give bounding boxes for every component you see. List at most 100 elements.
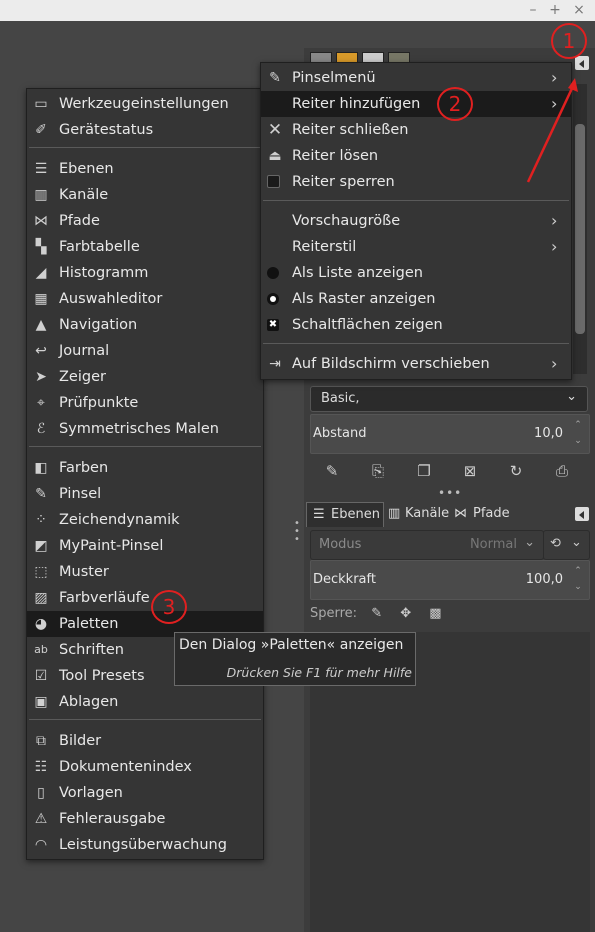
menu-item-label: MyPaint-Pinsel	[59, 538, 164, 554]
palettes-tooltip: Den Dialog »Paletten« anzeigen Drücken S…	[174, 632, 416, 686]
menu-item-label: Dokumentenindex	[59, 759, 192, 775]
composite-mode-icon: ⟲	[550, 536, 561, 551]
menu-item-paths[interactable]: ⋈ Pfade	[27, 208, 263, 234]
menu-item-colors[interactable]: ◧ Farben	[27, 455, 263, 481]
histogram-icon: ◢	[35, 265, 47, 281]
menu-item-label: Gerätestatus	[59, 122, 154, 138]
layer-mode-combo[interactable]: Modus Normal ⌄	[310, 530, 544, 560]
menu-item-tab-style[interactable]: Reiterstil ›	[261, 234, 571, 260]
menu-separator	[29, 446, 261, 447]
brush-preset-combo[interactable]: Basic, ⌄	[310, 386, 588, 412]
dock-menu-button[interactable]	[575, 56, 589, 70]
menu-item-device-status[interactable]: ✐ Gerätestatus	[27, 117, 263, 143]
spacing-value: 10,0	[534, 426, 563, 441]
fonts-icon: ab	[34, 643, 48, 656]
delete-brush-icon[interactable]: ⊠	[460, 461, 480, 481]
menu-item-patterns[interactable]: ⬚ Muster	[27, 559, 263, 585]
tool-options-icon: ▭	[34, 96, 48, 112]
menu-item-navigation[interactable]: ▲ Navigation	[27, 312, 263, 338]
menu-item-sample-points[interactable]: ⌖ Prüfpunkte	[27, 390, 263, 416]
duplicate-brush-icon[interactable]: ❐	[414, 461, 434, 481]
maximize-button[interactable]: +	[547, 2, 563, 18]
menu-item-mypaint-brushes[interactable]: ◩ MyPaint-Pinsel	[27, 533, 263, 559]
menu-item-preview-size[interactable]: Vorschaugröße ›	[261, 208, 571, 234]
opacity-label: Deckkraft	[313, 572, 376, 587]
radio-selected-icon	[267, 293, 279, 305]
selection-editor-icon: ▦	[34, 291, 48, 307]
menu-separator	[263, 200, 569, 201]
menu-separator	[29, 147, 261, 148]
open-brush-as-image-icon[interactable]: ⎙	[552, 461, 572, 481]
menu-item-label: Schaltflächen zeigen	[292, 317, 443, 333]
checkbox-icon	[267, 175, 280, 188]
menu-item-label: Journal	[59, 343, 110, 359]
tab-paths[interactable]: ⋈ Pfade	[452, 502, 512, 526]
composite-mode-combo[interactable]: ⟲ ⌄	[543, 530, 590, 560]
lock-pixels-icon[interactable]: ✎	[371, 606, 382, 621]
submenu-arrow-icon: ›	[551, 211, 558, 230]
submenu-arrow-icon: ›	[551, 354, 558, 373]
dock-side-handle[interactable]: • • •	[294, 519, 300, 545]
layers-dock-menu-button[interactable]	[575, 507, 589, 521]
menu-item-selection-editor[interactable]: ▦ Auswahleditor	[27, 286, 263, 312]
menu-item-symmetry[interactable]: ℰ Symmetrisches Malen	[27, 416, 263, 442]
tooltip-hint: Drücken Sie F1 für mehr Hilfe	[226, 665, 412, 680]
menu-item-label: Auswahleditor	[59, 291, 163, 307]
menu-item-layers[interactable]: ☰ Ebenen	[27, 156, 263, 182]
undo-history-icon: ↩	[35, 343, 47, 359]
menu-item-gradients[interactable]: ▨ Farbverläufe	[27, 585, 263, 611]
lock-alpha-icon[interactable]: ▩	[429, 606, 441, 621]
menu-item-channels[interactable]: ▥ Kanäle	[27, 182, 263, 208]
menu-separator	[29, 719, 261, 720]
menu-item-label: Werkzeugeinstellungen	[59, 96, 229, 112]
menu-item-label: Prüfpunkte	[59, 395, 139, 411]
menu-item-pointer[interactable]: ➤ Zeiger	[27, 364, 263, 390]
spin-arrows-icon[interactable]: ⌃ ⌄	[571, 563, 585, 597]
buffers-icon: ▣	[34, 694, 48, 710]
menu-item-document-history[interactable]: ☷ Dokumentenindex	[27, 754, 263, 780]
close-icon: ✕	[267, 120, 283, 140]
menu-item-dashboard[interactable]: ◠ Leistungsüberwachung	[27, 832, 263, 858]
opacity-spinner[interactable]: Deckkraft 100,0 ⌃ ⌄	[310, 560, 590, 600]
navigation-icon: ▲	[35, 317, 47, 333]
menu-item-tool-options[interactable]: ▭ Werkzeugeinstellungen	[27, 91, 263, 117]
close-window-button[interactable]: ×	[571, 2, 587, 18]
gradient-icon: ▨	[34, 590, 48, 606]
menu-item-move-to-screen[interactable]: ⇥ Auf Bildschirm verschieben ›	[261, 351, 571, 377]
menu-item-templates[interactable]: ▯ Vorlagen	[27, 780, 263, 806]
menu-item-error-console[interactable]: ⚠ Fehlerausgabe	[27, 806, 263, 832]
lock-label: Sperre:	[310, 606, 358, 621]
menu-item-label: Farbverläufe	[59, 590, 150, 606]
annotation-marker-2: 2	[437, 87, 473, 121]
menu-item-view-as-grid[interactable]: Als Raster anzeigen	[261, 286, 571, 312]
dock-separator-handle[interactable]: •••	[438, 486, 462, 500]
refresh-brushes-icon[interactable]: ↻	[506, 461, 526, 481]
menu-item-dynamics[interactable]: ⁘ Zeichendynamik	[27, 507, 263, 533]
images-icon: ⧉	[36, 733, 46, 749]
tab-channels[interactable]: ▥ Kanäle	[384, 502, 450, 526]
spacing-spinner[interactable]: Abstand 10,0 ⌃ ⌄	[310, 414, 590, 454]
tab-layers[interactable]: ☰ Ebenen	[306, 502, 384, 527]
device-status-icon: ✐	[35, 122, 47, 138]
minimize-button[interactable]: –	[525, 2, 541, 18]
menu-item-undo-history[interactable]: ↩ Journal	[27, 338, 263, 364]
mode-label: Modus	[319, 537, 362, 552]
menu-item-histogram[interactable]: ◢ Histogramm	[27, 260, 263, 286]
menu-item-buffers[interactable]: ▣ Ablagen	[27, 689, 263, 715]
new-brush-icon[interactable]: ⎘	[368, 461, 388, 481]
menu-item-label: Histogramm	[59, 265, 149, 281]
annotation-marker-3: 3	[151, 590, 187, 624]
edit-brush-icon[interactable]: ✎	[322, 461, 342, 481]
menu-item-show-buttons[interactable]: ✖ Schaltflächen zeigen	[261, 312, 571, 338]
menu-item-label: Reiterstil	[292, 239, 357, 255]
menu-item-colormap[interactable]: ▚ Farbtabelle	[27, 234, 263, 260]
lock-position-icon[interactable]: ✥	[400, 606, 411, 621]
spin-arrows-icon[interactable]: ⌃ ⌄	[571, 417, 585, 451]
menu-item-images[interactable]: ⧉ Bilder	[27, 728, 263, 754]
menu-item-brushes[interactable]: ✎ Pinsel	[27, 481, 263, 507]
menu-item-label: Ablagen	[59, 694, 119, 710]
menu-item-label: Paletten	[59, 616, 119, 632]
menu-item-view-as-list[interactable]: Als Liste anzeigen	[261, 260, 571, 286]
colors-icon: ◧	[34, 460, 48, 476]
menu-item-label: Pinselmenü	[292, 70, 376, 86]
